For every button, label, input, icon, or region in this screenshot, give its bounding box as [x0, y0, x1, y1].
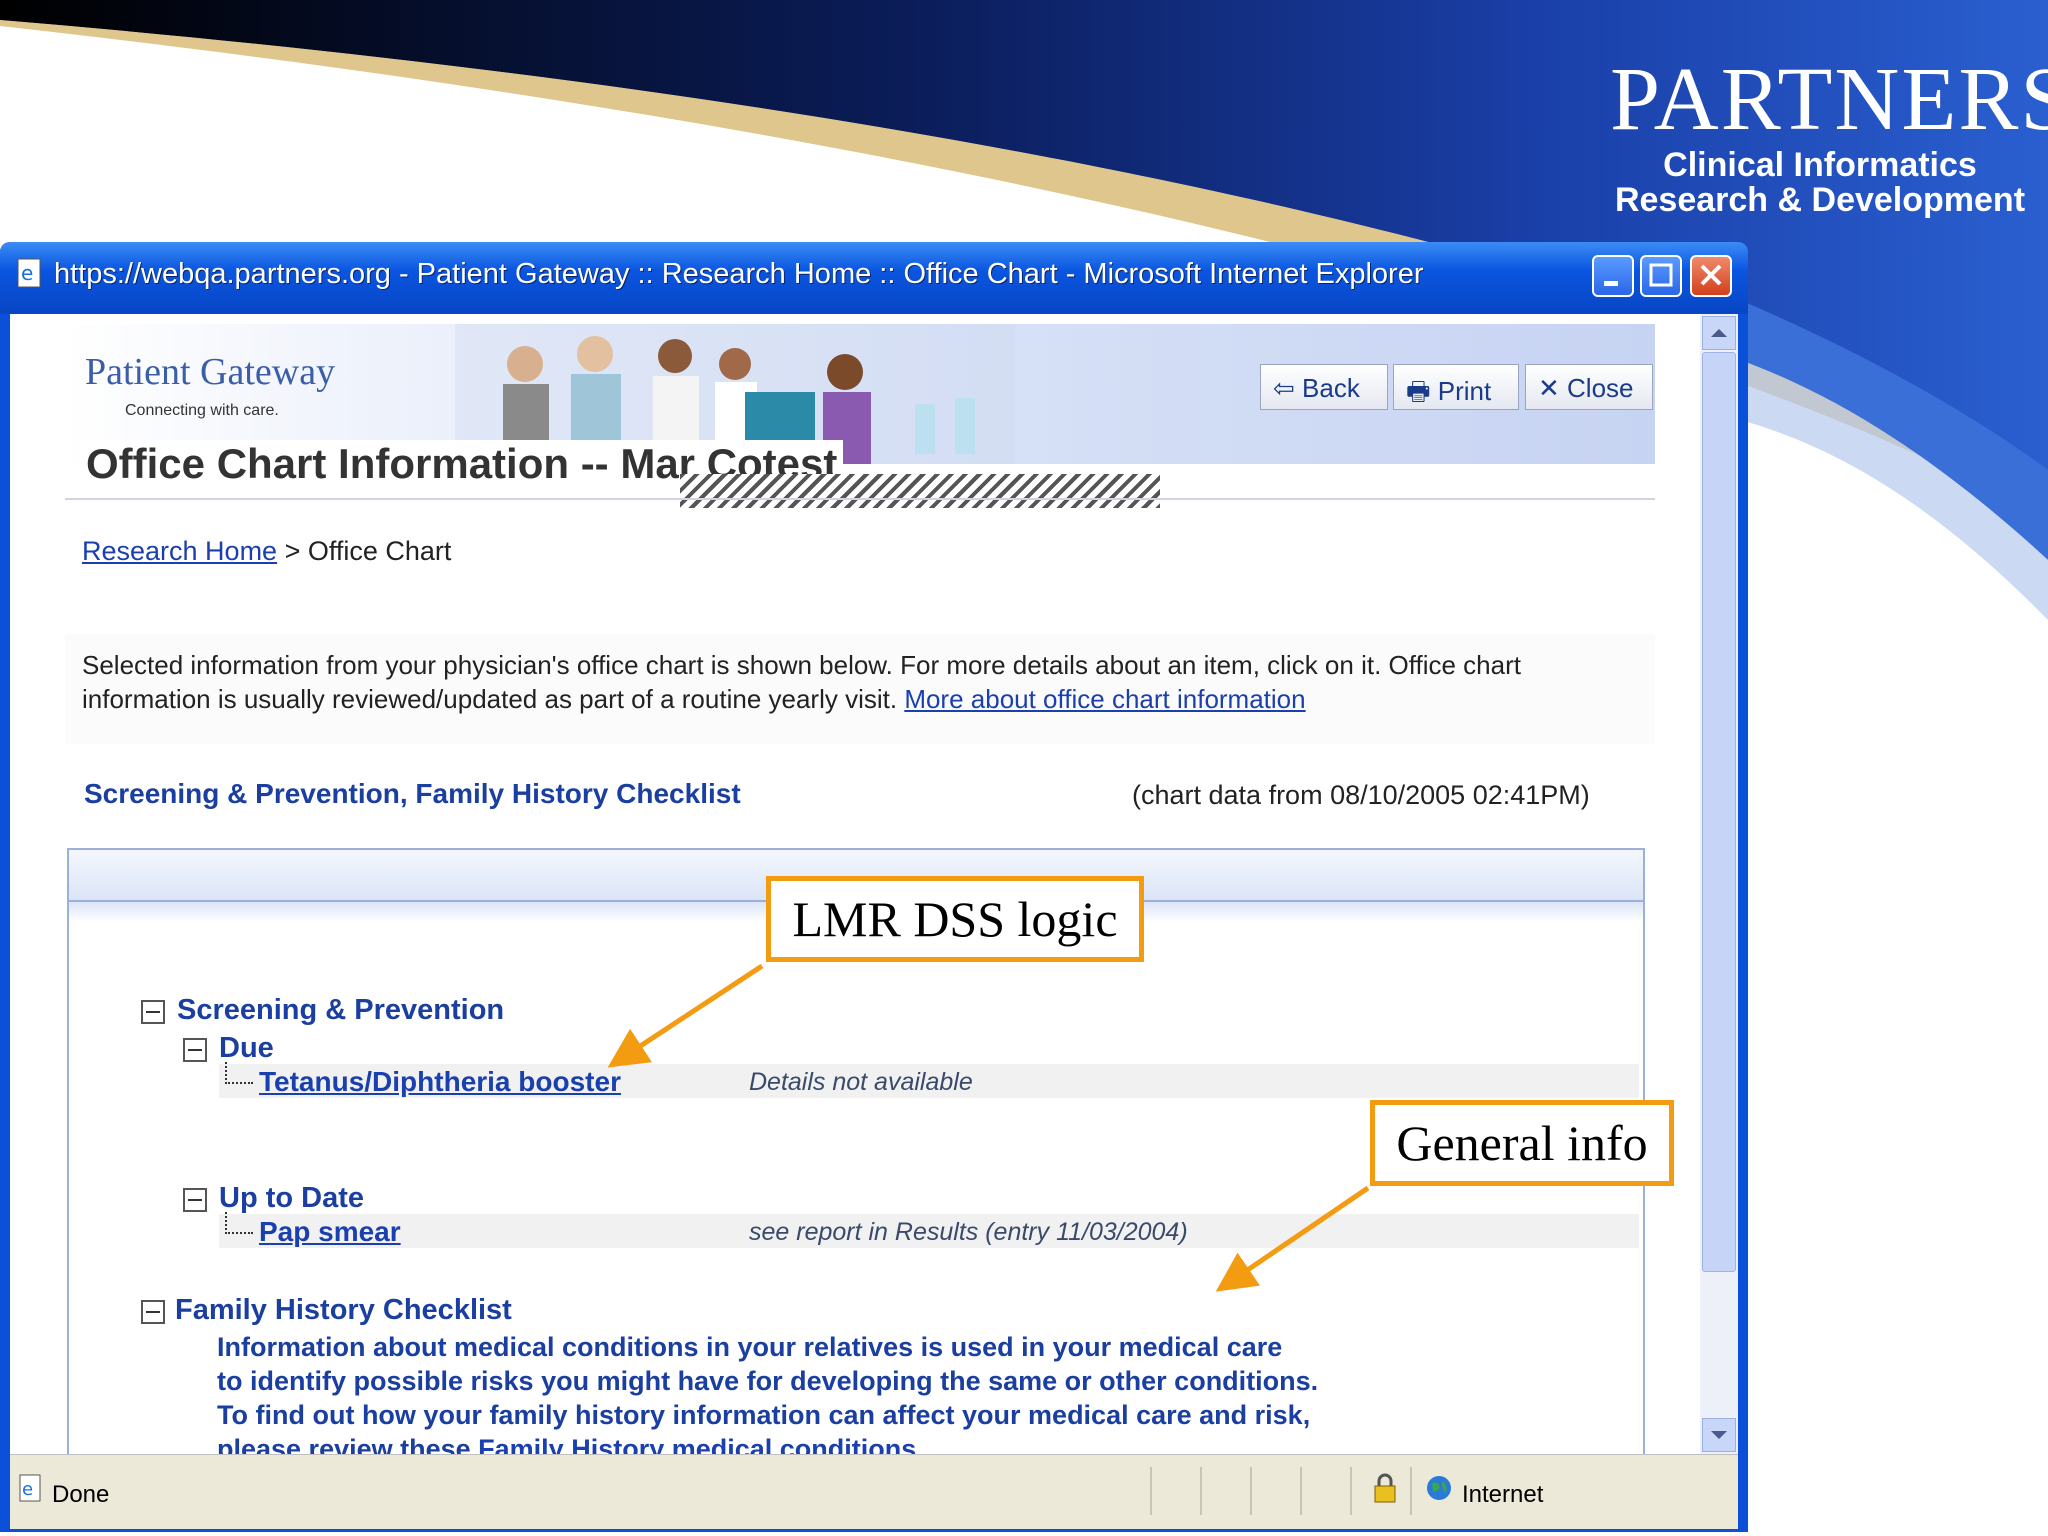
- more-info-link[interactable]: More about office chart information: [904, 684, 1305, 714]
- scroll-thumb[interactable]: [1702, 352, 1736, 1272]
- tree-family-label[interactable]: Family History Checklist: [175, 1294, 512, 1327]
- uptodate-detail: see report in Results (entry 11/03/2004): [749, 1218, 1188, 1246]
- intro-paragraph: Selected information from your physician…: [82, 648, 1652, 716]
- back-label: Back: [1302, 373, 1360, 403]
- printer-icon: 🖶: [1406, 376, 1431, 406]
- page-done-icon: e: [19, 1474, 41, 1502]
- print-label: Print: [1437, 376, 1492, 406]
- window-title: https://webqa.partners.org - Patient Gat…: [54, 258, 1424, 290]
- collapse-uptodate-icon[interactable]: [183, 1188, 207, 1212]
- due-detail: Details not available: [749, 1068, 973, 1096]
- pap-smear-link[interactable]: Pap smear: [259, 1216, 401, 1248]
- status-divider: [1350, 1467, 1352, 1515]
- brand-subtitle-line1: Clinical Informatics: [1663, 146, 1977, 184]
- print-button[interactable]: 🖶 Print: [1393, 364, 1519, 410]
- redaction-overlay: [680, 474, 1160, 508]
- maximize-button[interactable]: [1640, 255, 1682, 297]
- minimize-button[interactable]: [1592, 255, 1634, 297]
- svg-text:e: e: [22, 1479, 33, 1500]
- status-divider: [1300, 1467, 1302, 1515]
- status-bar: e Done Internet: [10, 1454, 1738, 1529]
- tetanus-link[interactable]: Tetanus/Diphtheria booster: [259, 1066, 621, 1098]
- brand-logo: PARTNERS: [1610, 50, 2048, 149]
- status-divider: [1250, 1467, 1252, 1515]
- window-titlebar[interactable]: e https://webqa.partners.org - Patient G…: [0, 242, 1748, 314]
- breadcrumb-separator: >: [277, 536, 308, 566]
- scroll-down-button[interactable]: [1702, 1418, 1736, 1452]
- scroll-up-icon: [1711, 329, 1727, 337]
- status-text: Done: [52, 1481, 110, 1508]
- tree-due-label[interactable]: Due: [219, 1032, 274, 1065]
- tree-connector: [225, 1062, 253, 1084]
- intro-box: Selected information from your physician…: [65, 634, 1655, 744]
- collapse-due-icon[interactable]: [183, 1038, 207, 1062]
- status-divider: [1150, 1467, 1152, 1515]
- svg-text:e: e: [21, 261, 33, 285]
- collapse-screening-icon[interactable]: [141, 1000, 165, 1024]
- chart-date: (chart data from 08/10/2005 02:41PM): [1132, 780, 1590, 810]
- breadcrumb-research-home-link[interactable]: Research Home: [82, 536, 277, 566]
- back-arrow-icon: ⇦: [1273, 373, 1295, 403]
- scroll-up-button[interactable]: [1702, 316, 1736, 350]
- collapse-family-icon[interactable]: [141, 1300, 165, 1324]
- minimize-icon: [1604, 281, 1618, 286]
- close-icon: [1700, 264, 1722, 286]
- close-label: Close: [1567, 373, 1634, 403]
- family-line-1: Information about medical conditions in …: [217, 1332, 1283, 1362]
- back-button[interactable]: ⇦ Back: [1260, 364, 1388, 410]
- x-icon: ✕: [1538, 373, 1560, 403]
- vertical-scrollbar[interactable]: [1700, 314, 1738, 1454]
- logo-tagline: Connecting with care.: [125, 402, 279, 419]
- family-line-4: please review these Family History medic…: [217, 1432, 924, 1454]
- general-info-callout: General info: [1370, 1100, 1674, 1186]
- security-zone: Internet: [1462, 1481, 1544, 1508]
- tree-uptodate-label[interactable]: Up to Date: [219, 1182, 364, 1215]
- globe-icon: [1427, 1476, 1451, 1500]
- status-divider: [1410, 1467, 1412, 1515]
- window-close-button[interactable]: [1690, 255, 1732, 297]
- family-line-4-prefix: please review these: [217, 1434, 479, 1454]
- family-line-3: To find out how your family history info…: [217, 1400, 1311, 1430]
- family-line-4-suffix: .: [916, 1434, 924, 1454]
- maximize-icon: [1649, 263, 1673, 287]
- lock-icon: [1374, 1473, 1396, 1503]
- brand-subtitle-line2: Research & Development: [1614, 181, 2026, 219]
- close-page-button[interactable]: ✕ Close: [1525, 364, 1653, 410]
- ie-page-icon: e: [17, 258, 41, 288]
- tree-screening-label[interactable]: Screening & Prevention: [177, 994, 504, 1027]
- status-divider: [1200, 1467, 1202, 1515]
- breadcrumb-current: Office Chart: [307, 536, 452, 566]
- section-heading: Screening & Prevention, Family History C…: [84, 778, 741, 809]
- patient-gateway-logo[interactable]: Patient Gateway: [85, 350, 335, 394]
- scroll-down-icon: [1711, 1431, 1727, 1439]
- breadcrumb: Research Home > Office Chart: [82, 536, 451, 567]
- title-divider: [65, 498, 1655, 500]
- family-history-conditions-link[interactable]: Family History medical conditions: [478, 1434, 916, 1454]
- lmr-dss-logic-callout: LMR DSS logic: [766, 876, 1144, 962]
- tree-connector: [225, 1212, 253, 1234]
- family-line-2: to identify possible risks you might hav…: [217, 1366, 1319, 1396]
